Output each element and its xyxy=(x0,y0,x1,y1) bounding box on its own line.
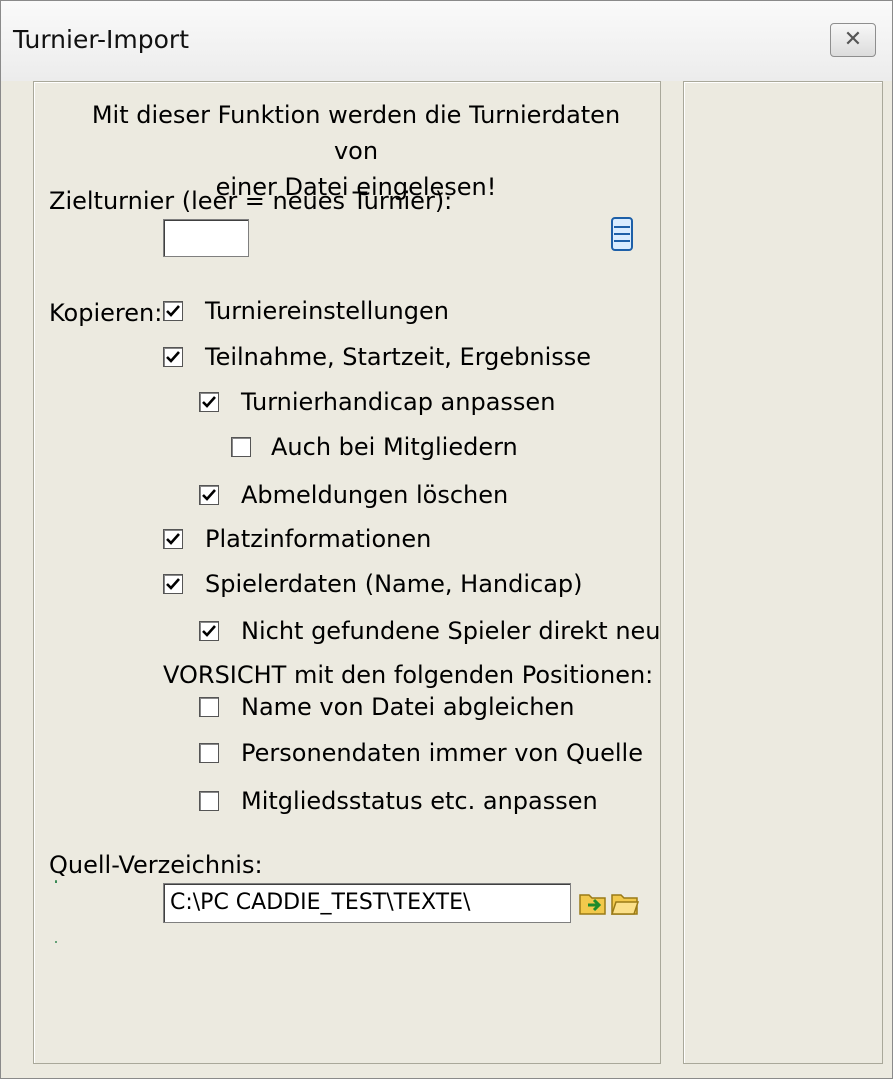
window-title: Turnier-Import xyxy=(13,25,190,54)
label-platzinformationen: Platzinformationen xyxy=(205,525,432,553)
checkbox-personendaten[interactable] xyxy=(199,743,219,763)
turnier-import-dialog: Turnier-Import ✕ Mit dieser Funktion wer… xyxy=(0,0,893,1079)
close-button[interactable]: ✕ xyxy=(830,23,876,57)
quell-verzeichnis-input[interactable]: C:\PC CADDIE_TEST\TEXTE\ xyxy=(163,883,571,923)
label-auch-bei-mitgliedern: Auch bei Mitgliedern xyxy=(271,433,518,461)
checkbox-mitgliedsstatus[interactable] xyxy=(199,791,219,811)
zielturnier-label: Zielturnier (leer = neues Turnier): xyxy=(49,187,453,215)
checkbox-name-abgleichen[interactable] xyxy=(199,697,219,717)
close-icon: ✕ xyxy=(843,27,863,52)
warning-text: VORSICHT mit den folgenden Positionen: xyxy=(163,661,654,689)
label-turniereinstellungen: Turniereinstellungen xyxy=(205,297,449,325)
label-mitgliedsstatus: Mitgliedsstatus etc. anpassen xyxy=(241,787,598,815)
intro-line-1: Mit dieser Funktion werden die Turnierda… xyxy=(91,101,621,165)
kopieren-label: Kopieren: xyxy=(49,299,163,327)
folder-open-icon[interactable] xyxy=(610,889,640,917)
checkbox-auch-bei-mitgliedern[interactable] xyxy=(231,437,251,457)
list-picker-icon[interactable] xyxy=(611,217,633,251)
quell-verzeichnis-label: Quell-Verzeichnis: xyxy=(49,851,263,879)
zielturnier-input[interactable] xyxy=(163,219,249,257)
checkbox-turniereinstellungen[interactable] xyxy=(163,301,183,321)
label-teilnahme: Teilnahme, Startzeit, Ergebnisse xyxy=(205,343,592,371)
checkbox-turnierhandicap[interactable] xyxy=(199,392,219,412)
checkbox-abmeldungen[interactable] xyxy=(199,485,219,505)
label-abmeldungen: Abmeldungen löschen xyxy=(241,481,509,509)
folder-go-icon[interactable] xyxy=(578,889,608,917)
checkbox-nicht-gefundene[interactable] xyxy=(199,621,219,641)
checkbox-spielerdaten[interactable] xyxy=(163,574,183,594)
label-personendaten: Personendaten immer von Quelle xyxy=(241,739,643,767)
label-name-abgleichen: Name von Datei abgleichen xyxy=(241,693,575,721)
label-spielerdaten: Spielerdaten (Name, Handicap) xyxy=(205,570,583,598)
actions-panel xyxy=(683,81,883,1064)
quell-verzeichnis-value: C:\PC CADDIE_TEST\TEXTE\ xyxy=(170,890,471,915)
label-turnierhandicap: Turnierhandicap anpassen xyxy=(241,388,556,416)
checkbox-teilnahme[interactable] xyxy=(163,347,183,367)
checkbox-platzinformationen[interactable] xyxy=(163,529,183,549)
title-bar: Turnier-Import ✕ xyxy=(1,1,892,81)
label-nicht-gefundene: Nicht gefundene Spieler direkt neu xyxy=(241,617,661,645)
